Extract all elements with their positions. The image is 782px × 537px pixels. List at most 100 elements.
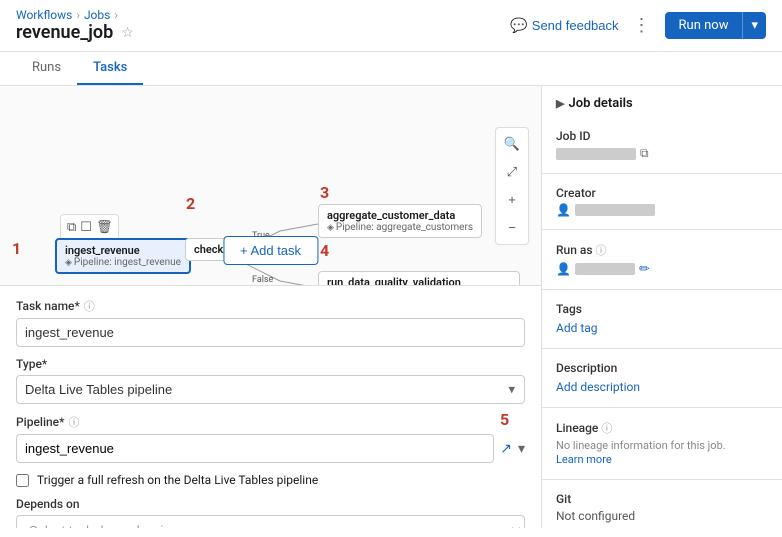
task-name-input[interactable] — [16, 318, 525, 347]
trigger-refresh-label: Trigger a full refresh on the Delta Live… — [37, 473, 318, 487]
type-select-wrapper: Delta Live Tables pipeline ▾ — [16, 375, 525, 404]
run-as-edit-button[interactable]: ✏ — [639, 261, 650, 277]
task-node-ingest-revenue[interactable]: ingest_revenue ◈ Pipeline: ingest_revenu… — [55, 238, 191, 274]
header: Workflows › Jobs › revenue_job ☆ 💬 Send … — [0, 0, 782, 52]
canvas-search-button[interactable]: 🔍 — [500, 132, 524, 156]
git-value: Not configured — [556, 509, 768, 523]
type-select[interactable]: Delta Live Tables pipeline — [16, 375, 525, 404]
node-sub-ingest-revenue: ◈ Pipeline: ingest_revenue — [65, 257, 181, 268]
tabs: Runs Tasks — [0, 52, 782, 86]
node-title-run-data-quality: run_data_quality_validation — [327, 276, 511, 286]
trigger-refresh-checkbox[interactable] — [16, 474, 29, 487]
add-tag-link[interactable]: Add tag — [556, 321, 598, 335]
pipeline-input[interactable] — [16, 434, 494, 463]
header-right: 💬 Send feedback ⋮ Run now ▾ — [510, 12, 766, 39]
run-as-avatar-icon: 👤 — [556, 262, 571, 276]
app-container: Workflows › Jobs › revenue_job ☆ 💬 Send … — [0, 0, 782, 528]
breadcrumb-sep1: › — [76, 8, 80, 22]
canvas-toolbar: 🔍 ⤢ + − — [495, 127, 529, 245]
tab-tasks[interactable]: Tasks — [77, 52, 143, 85]
creator-label: Creator — [556, 186, 768, 200]
add-task-button[interactable]: + Add task — [223, 236, 318, 265]
pipeline-icon-2: ◈ — [327, 223, 334, 233]
lineage-section: Lineage ⓘ No lineage information for thi… — [542, 408, 782, 480]
breadcrumb-jobs[interactable]: Jobs — [84, 8, 110, 22]
tab-runs[interactable]: Runs — [16, 52, 77, 85]
step-label-4: 4 — [320, 241, 329, 260]
node-edit-button[interactable]: ☐ — [80, 219, 92, 235]
job-id-copy-button[interactable]: ⧉ — [640, 146, 649, 161]
breadcrumb-workflows[interactable]: Workflows — [16, 8, 72, 22]
run-as-section: Run as ⓘ 👤 ✏ — [542, 230, 782, 290]
creator-blurred — [575, 204, 655, 216]
pipeline-label: Pipeline* ⓘ — [16, 414, 525, 430]
step-label-3: 3 — [320, 183, 329, 202]
pipeline-external-link-button[interactable]: ↗ — [500, 440, 512, 457]
canvas-zoom-out-button[interactable]: − — [500, 216, 524, 240]
job-id-section: Job ID ⧉ — [542, 117, 782, 174]
breadcrumb-sep2: › — [114, 8, 118, 22]
task-name-row: Task name* ⓘ — [16, 298, 525, 347]
chat-icon: 💬 — [510, 17, 527, 34]
node-delete-button[interactable]: 🗑 — [96, 219, 113, 235]
right-panel: ▶ Job details Job ID ⧉ Creator 👤 — [542, 86, 782, 528]
lineage-learn-more-link[interactable]: Learn more — [556, 453, 612, 466]
canvas[interactable]: True False 1 ⧉ ☐ 🗑 ingest_revenue ◈ — [0, 86, 541, 286]
job-id-label: Job ID — [556, 129, 768, 143]
canvas-fullscreen-button[interactable]: ⤢ — [500, 160, 524, 184]
run-as-label: Run as ⓘ — [556, 242, 768, 258]
lineage-info-text: No lineage information for this job. — [556, 439, 768, 452]
task-name-info-icon[interactable]: ⓘ — [84, 298, 95, 314]
title-row: revenue_job ☆ — [16, 22, 134, 43]
creator-value: 👤 — [556, 203, 768, 217]
canvas-zoom-in-button[interactable]: + — [500, 188, 524, 212]
send-feedback-button[interactable]: 💬 Send feedback — [510, 17, 618, 34]
description-label: Description — [556, 361, 768, 375]
svg-text:False: False — [252, 275, 274, 285]
breadcrumb: Workflows › Jobs › — [16, 8, 134, 22]
git-label: Git — [556, 492, 768, 506]
task-node-aggregate[interactable]: aggregate_customer_data ◈ Pipeline: aggr… — [318, 204, 482, 238]
feedback-label: Send feedback — [532, 18, 619, 33]
tags-label: Tags — [556, 302, 768, 316]
lineage-info-icon[interactable]: ⓘ — [601, 422, 612, 435]
tags-section: Tags Add tag — [542, 290, 782, 349]
depends-on-select[interactable]: Select task dependencies... — [16, 515, 525, 528]
run-now-button[interactable]: Run now — [665, 12, 744, 39]
add-description-link[interactable]: Add description — [556, 380, 640, 394]
run-as-info-icon[interactable]: ⓘ — [596, 244, 607, 257]
description-section: Description Add description — [542, 349, 782, 408]
run-now-button-group: Run now ▾ — [665, 12, 766, 39]
page-title: revenue_job — [16, 22, 113, 43]
step-label-1: 1 — [12, 239, 21, 258]
node-copy-button[interactable]: ⧉ — [67, 219, 76, 235]
pipeline-icon: ◈ — [65, 258, 72, 268]
type-row: Type* Delta Live Tables pipeline ▾ — [16, 357, 525, 404]
depends-on-row: Depends on Select task dependencies... — [16, 497, 525, 528]
pipeline-dropdown-button[interactable]: ▾ — [518, 440, 525, 457]
git-section: Git Not configured Add Git settings — [542, 480, 782, 528]
pipeline-input-row: ↗ ▾ — [16, 434, 525, 463]
lineage-label: Lineage ⓘ — [556, 420, 768, 436]
task-name-label: Task name* ⓘ — [16, 298, 525, 314]
node-title-aggregate: aggregate_customer_data — [327, 209, 473, 222]
node-sub-aggregate: ◈ Pipeline: aggregate_customers — [327, 222, 473, 233]
run-as-value: 👤 ✏ — [556, 261, 768, 277]
job-details-toggle[interactable]: ▶ Job details — [542, 86, 782, 117]
trigger-refresh-row: Trigger a full refresh on the Delta Live… — [16, 473, 525, 487]
run-now-dropdown-arrow[interactable]: ▾ — [743, 12, 766, 39]
task-node-run-data-quality[interactable]: run_data_quality_validation 📄 databricks… — [318, 271, 520, 286]
node-toolbar: ⧉ ☐ 🗑 — [60, 214, 119, 240]
type-label: Type* — [16, 357, 525, 371]
more-options-button[interactable]: ⋮ — [627, 13, 657, 38]
creator-avatar-icon: 👤 — [556, 203, 571, 217]
creator-section: Creator 👤 — [542, 174, 782, 230]
pipeline-info-icon[interactable]: ⓘ — [68, 414, 79, 430]
job-id-blurred — [556, 148, 636, 160]
header-left: Workflows › Jobs › revenue_job ☆ — [16, 8, 134, 43]
main-content: True False 1 ⧉ ☐ 🗑 ingest_revenue ◈ — [0, 86, 782, 528]
toggle-arrow-icon: ▶ — [556, 97, 564, 110]
pipeline-row: Pipeline* ⓘ ↗ ▾ — [16, 414, 525, 463]
star-icon[interactable]: ☆ — [121, 25, 134, 41]
form-area: Task name* ⓘ Type* Delta Live Tables pip… — [0, 286, 541, 528]
